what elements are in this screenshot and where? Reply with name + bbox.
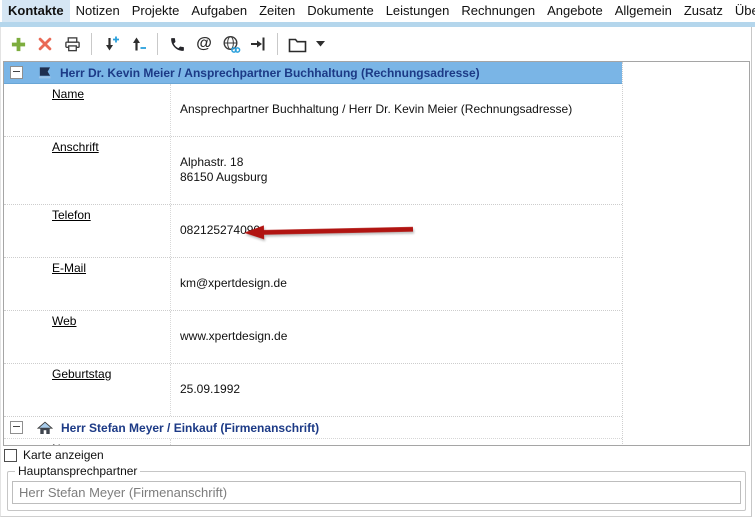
contact-field-row: E-Mail km@xpertdesign.de [4, 258, 622, 311]
tab-aufgaben[interactable]: Aufgaben [185, 0, 253, 22]
contacts-view: @ Herr Dr. Kevin Meier / Ansprechpartner… [0, 27, 752, 517]
field-label-cell: E-Mail [4, 258, 171, 310]
contacts-panel: Herr Dr. Kevin Meier / Ansprechpartner B… [3, 61, 750, 446]
main-contact-groupbox: Hauptansprechpartner [7, 464, 746, 511]
field-value-cell: 25.09.1992 [171, 364, 622, 416]
contact-field-row: Name Ansprechpartner Buchhaltung / Herr … [4, 84, 622, 137]
arrow-up-remove-button[interactable] [128, 34, 148, 54]
tab-bar: KontakteNotizenProjekteAufgabenZeitenDok… [0, 0, 755, 22]
contact-group-header[interactable]: Herr Stefan Meyer / Einkauf (Firmenansch… [4, 417, 622, 439]
contact-group-title: Herr Stefan Meyer / Einkauf (Firmenansch… [61, 421, 319, 435]
field-value-cell: www.xpertdesign.de [171, 311, 622, 363]
contact-group-title: Herr Dr. Kevin Meier / Ansprechpartner B… [60, 66, 480, 80]
field-label-link[interactable]: Anschrift [52, 140, 99, 154]
print-icon [64, 36, 81, 53]
open-website-button[interactable] [221, 34, 241, 54]
tab-leistungen[interactable]: Leistungen [380, 0, 456, 22]
tab-notizen[interactable]: Notizen [70, 0, 126, 22]
field-label-cell: Geburtstag [4, 364, 171, 416]
contact-field-row: Anschrift Alphastr. 18 86150 Augsburg [4, 137, 622, 205]
tab-rechnungen[interactable]: Rechnungen [455, 0, 541, 22]
print-button[interactable] [62, 34, 82, 54]
show-map-row: Karte anzeigen [4, 448, 104, 462]
tab-angebote[interactable]: Angebote [541, 0, 609, 22]
contacts-grid: Herr Dr. Kevin Meier / Ansprechpartner B… [4, 62, 623, 446]
field-value: www.xpertdesign.de [180, 329, 287, 343]
field-value-cell: Alphastr. 18 86150 Augsburg [171, 137, 622, 204]
delete-contact-button[interactable] [35, 34, 55, 54]
tab--bersicht[interactable]: Übersicht [729, 0, 755, 22]
phone-icon [169, 36, 186, 53]
chevron-down-icon [316, 41, 325, 47]
toolbar-separator [91, 33, 92, 55]
contact-field-row: Geburtstag 25.09.1992 [4, 364, 622, 417]
field-label-cell: Telefon [4, 205, 171, 257]
toolbar: @ [1, 27, 751, 61]
field-label-link[interactable]: Telefon [52, 208, 91, 222]
add-icon [10, 36, 27, 53]
toolbar-separator [277, 33, 278, 55]
flag-icon [37, 66, 52, 79]
home-icon [37, 421, 53, 435]
arrow-up-remove-icon [129, 35, 147, 53]
field-label-link[interactable]: Name [52, 442, 84, 446]
main-contact-legend: Hauptansprechpartner [15, 464, 140, 478]
collapse-icon[interactable] [10, 66, 23, 79]
website-globe-icon [222, 35, 241, 54]
email-at-icon: @ [196, 35, 212, 53]
toolbar-separator [157, 33, 158, 55]
field-value: Ansprechpartner Buchhaltung / Herr Dr. K… [180, 102, 572, 116]
field-label-cell: Name [4, 84, 171, 136]
field-value-cell: 082125274090 [171, 205, 622, 257]
field-label-cell: Anschrift [4, 137, 171, 204]
field-label-cell: Name [4, 439, 171, 446]
field-value-cell: Ansprechpartner Buchhaltung / Herr Dr. K… [171, 84, 622, 136]
arrow-down-add-icon [102, 35, 120, 53]
show-map-checkbox[interactable] [4, 449, 17, 462]
folder-dropdown-button[interactable] [314, 34, 326, 54]
annotation-arrow-icon [243, 221, 415, 241]
field-label-cell: Web [4, 311, 171, 363]
collapse-icon[interactable] [10, 421, 23, 434]
field-value: km@xpertdesign.de [180, 276, 287, 290]
tab-kontakte[interactable]: Kontakte [2, 0, 70, 22]
field-value: 25.09.1992 [180, 382, 240, 396]
folder-icon [288, 36, 307, 53]
field-label-link[interactable]: Name [52, 87, 84, 101]
contact-field-row: Web www.xpertdesign.de [4, 311, 622, 364]
field-label-link[interactable]: Web [52, 314, 76, 328]
tab-zeiten[interactable]: Zeiten [253, 0, 301, 22]
tab-projekte[interactable]: Projekte [126, 0, 186, 22]
folder-button[interactable] [287, 34, 307, 54]
send-email-button[interactable]: @ [194, 34, 214, 54]
contact-field-row: Telefon 082125274090 [4, 205, 622, 258]
call-button[interactable] [167, 34, 187, 54]
contact-field-row: Name Einkauf / Herr Stefan Meyer (Firmen… [4, 439, 622, 446]
main-contact-input[interactable] [12, 481, 741, 504]
arrow-down-add-button[interactable] [101, 34, 121, 54]
field-value-cell: Einkauf / Herr Stefan Meyer (Firmenansch… [171, 439, 622, 446]
add-contact-button[interactable] [8, 34, 28, 54]
field-value: Alphastr. 18 86150 Augsburg [180, 155, 267, 184]
show-map-label: Karte anzeigen [23, 448, 104, 462]
tab-dokumente[interactable]: Dokumente [301, 0, 379, 22]
contact-group-header[interactable]: Herr Dr. Kevin Meier / Ansprechpartner B… [4, 62, 622, 84]
delete-icon [37, 36, 53, 52]
transfer-button[interactable] [248, 34, 268, 54]
field-value-cell: km@xpertdesign.de [171, 258, 622, 310]
tab-allgemein[interactable]: Allgemein [609, 0, 678, 22]
field-label-link[interactable]: Geburtstag [52, 367, 111, 381]
tab-zusatz[interactable]: Zusatz [678, 0, 729, 22]
field-label-link[interactable]: E-Mail [52, 261, 86, 275]
transfer-icon [249, 35, 267, 53]
